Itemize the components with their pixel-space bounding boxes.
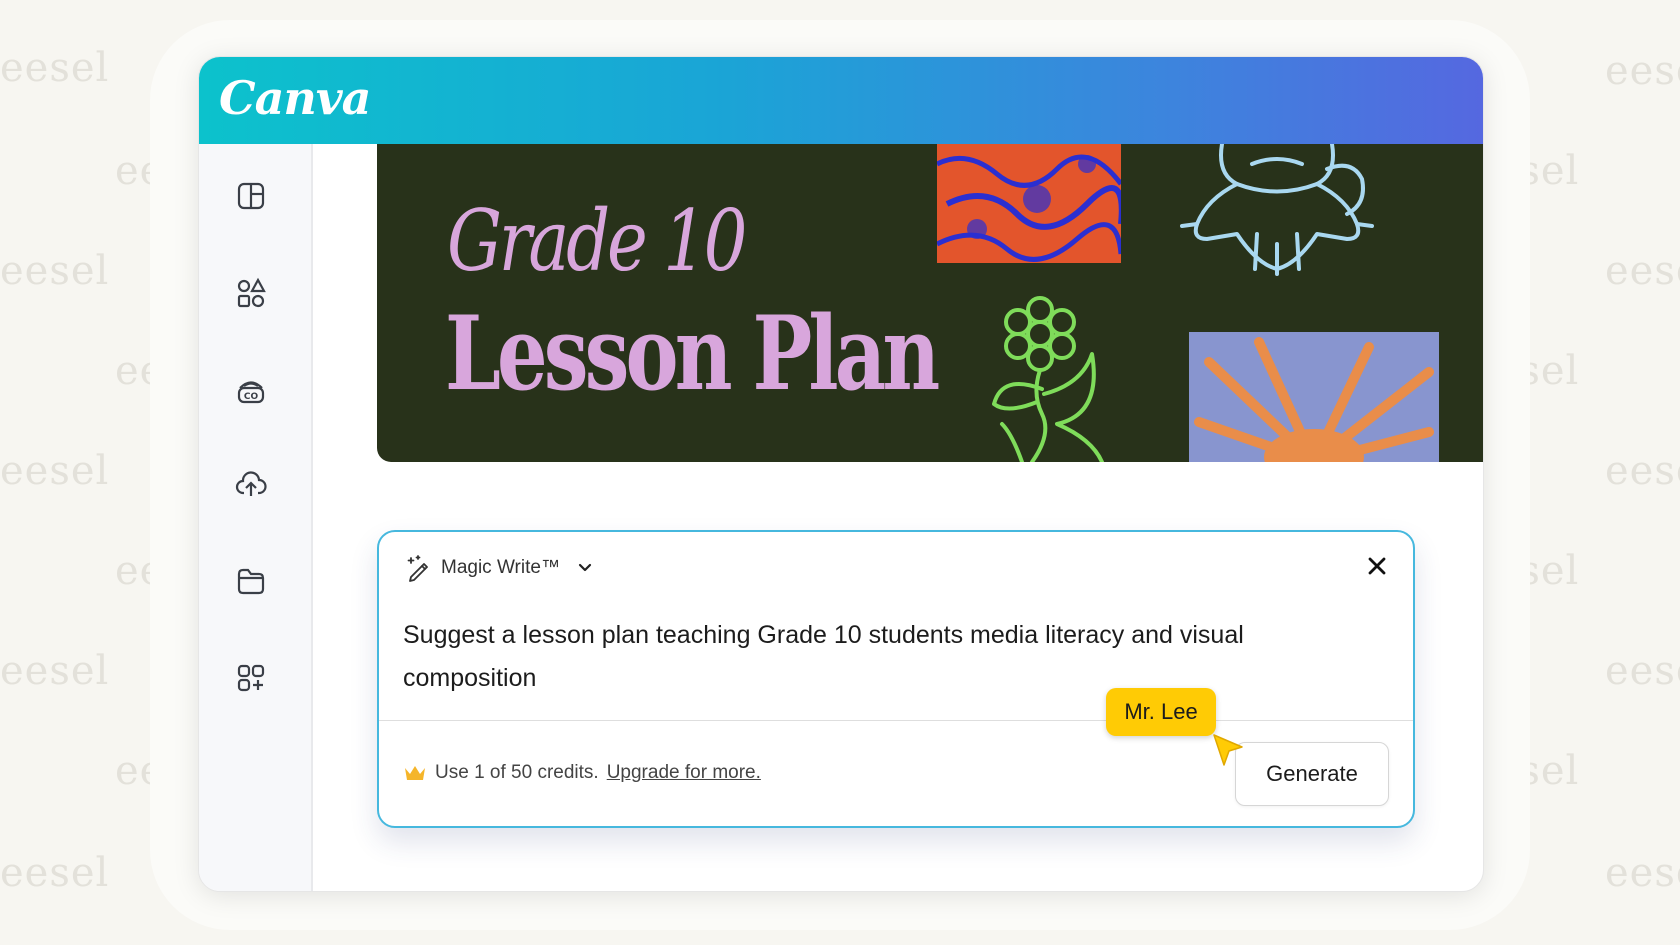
upload-cloud-icon[interactable] xyxy=(234,467,268,501)
credits-info: Use 1 of 50 credits. Upgrade for more. xyxy=(403,762,761,784)
banner-title-lesson-plan: Lesson Plan xyxy=(445,294,940,414)
watermark: eesel xyxy=(1605,850,1680,896)
generate-button[interactable]: Generate xyxy=(1235,742,1389,806)
frog-doodle xyxy=(1180,144,1374,276)
watermark: eesel xyxy=(0,45,110,91)
close-icon[interactable] xyxy=(1365,554,1389,578)
credits-text: Use 1 of 50 credits. xyxy=(435,762,599,783)
chevron-down-icon[interactable] xyxy=(574,557,596,579)
magic-wand-icon xyxy=(407,555,428,582)
canva-window: Canva CO Grade 10 Lesson Plan Magic Writ… xyxy=(198,56,1484,892)
watermark: eesel xyxy=(0,448,110,494)
watermark: eesel xyxy=(1605,648,1680,694)
sunburst-artwork xyxy=(1189,332,1439,462)
lesson-plan-banner[interactable]: Grade 10 Lesson Plan xyxy=(377,144,1483,462)
layout-panel-icon[interactable] xyxy=(234,179,268,213)
svg-text:CO: CO xyxy=(244,392,259,402)
canva-logo[interactable]: Canva xyxy=(219,71,371,125)
watermark: eesel xyxy=(0,648,110,694)
watermark: eesel xyxy=(1605,248,1680,294)
crown-icon xyxy=(405,766,425,780)
magic-write-header[interactable]: Magic Write™ xyxy=(405,554,596,582)
watermark: eesel xyxy=(0,850,110,896)
shapes-elements-icon[interactable] xyxy=(234,276,268,310)
divider xyxy=(379,720,1413,721)
flower-doodle xyxy=(992,296,1104,462)
upgrade-link[interactable]: Upgrade for more. xyxy=(607,762,761,784)
sidebar: CO xyxy=(199,144,313,891)
collaborator-tag: Mr. Lee xyxy=(1106,688,1216,736)
watermark: eesel xyxy=(1605,48,1680,94)
apps-icon[interactable] xyxy=(234,661,268,695)
watermark: eesel xyxy=(1605,448,1680,494)
prompt-text[interactable]: Suggest a lesson plan teaching Grade 10 … xyxy=(403,614,1363,700)
orange-blue-artwork xyxy=(937,144,1121,263)
brand-icon[interactable]: CO xyxy=(234,372,268,406)
cursor-pointer-icon xyxy=(1213,734,1243,766)
watermark: eesel xyxy=(0,248,110,294)
folder-icon[interactable] xyxy=(234,564,268,598)
magic-write-title: Magic Write™ xyxy=(441,557,560,578)
top-bar: Canva xyxy=(199,57,1483,144)
banner-title-grade: Grade 10 xyxy=(447,192,747,290)
magic-write-panel: Magic Write™ Suggest a lesson plan teach… xyxy=(377,530,1415,828)
